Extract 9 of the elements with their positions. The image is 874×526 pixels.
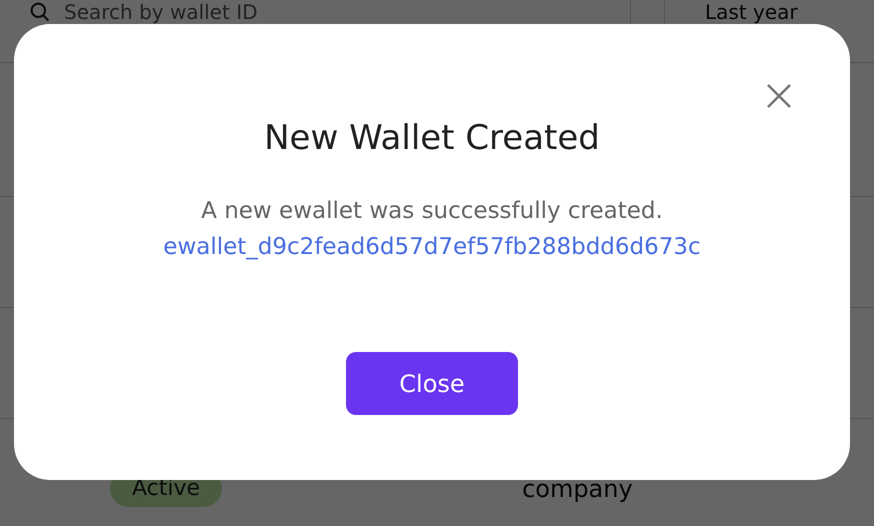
search-icon [30, 2, 50, 22]
search-field[interactable]: Search by wallet ID [64, 0, 464, 24]
dialog-title: New Wallet Created [264, 118, 600, 158]
period-dropdown[interactable]: Last year [665, 0, 798, 24]
dialog-message: A new ewallet was successfully created. [201, 198, 663, 224]
close-icon[interactable] [766, 83, 792, 109]
wallet-type: company [522, 474, 633, 502]
wallet-id-link[interactable]: ewallet_d9c2fead6d57d7ef57fb288bdd6d673c [163, 234, 701, 260]
close-button[interactable]: Close [346, 352, 518, 415]
